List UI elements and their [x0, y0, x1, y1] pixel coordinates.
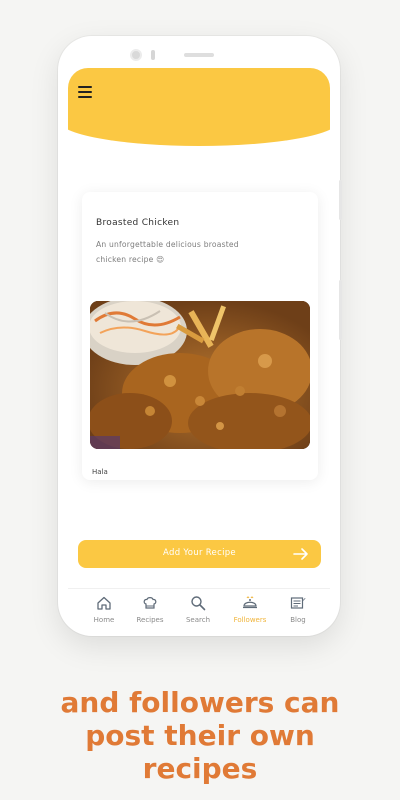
recipe-title: Broasted Chicken	[96, 218, 180, 228]
serving-dish-icon	[243, 596, 257, 609]
nav-label: Search	[185, 616, 211, 624]
nav-home[interactable]: Home	[82, 589, 126, 628]
nav-label: Home	[93, 616, 115, 624]
recipe-card[interactable]: Broasted Chicken An unforgettable delici…	[82, 192, 318, 480]
nav-blog[interactable]: Blog	[276, 589, 320, 628]
recipe-author: Hala	[92, 468, 108, 476]
phone-side-button	[339, 280, 342, 340]
header-banner	[68, 68, 330, 146]
blog-icon	[290, 597, 306, 609]
chef-hat-icon	[143, 597, 157, 609]
nav-followers[interactable]: Followers	[228, 589, 272, 628]
app-screen: Broasted Chicken An unforgettable delici…	[68, 68, 330, 628]
add-recipe-label: Add Your Recipe	[163, 548, 236, 558]
nav-recipes[interactable]: Recipes	[128, 589, 172, 628]
fried-chicken-photo[interactable]	[90, 301, 310, 449]
tagline-line: post their own	[85, 719, 315, 752]
tagline-line: recipes	[142, 752, 258, 785]
tagline-line: and followers can	[60, 686, 340, 719]
sensor	[151, 50, 155, 60]
nav-label: Followers	[233, 616, 267, 624]
phone-side-button	[339, 180, 342, 220]
nav-search[interactable]: Search	[176, 589, 220, 628]
bottom-navigation: Home Recipes Search Followers Blog	[68, 588, 330, 628]
recipe-description: An unforgettable delicious broasted chic…	[96, 240, 239, 264]
arrow-right-icon	[293, 548, 308, 560]
hamburger-menu-icon[interactable]	[78, 86, 92, 98]
nav-label: Blog	[290, 616, 306, 624]
speaker-grille	[184, 53, 214, 57]
add-recipe-button[interactable]: Add Your Recipe	[78, 540, 321, 568]
nav-label: Recipes	[136, 616, 164, 624]
search-icon	[191, 596, 206, 611]
promo-tagline: and followers can post their own recipes	[0, 686, 400, 785]
camera-icon	[130, 49, 142, 61]
home-icon	[97, 596, 111, 610]
